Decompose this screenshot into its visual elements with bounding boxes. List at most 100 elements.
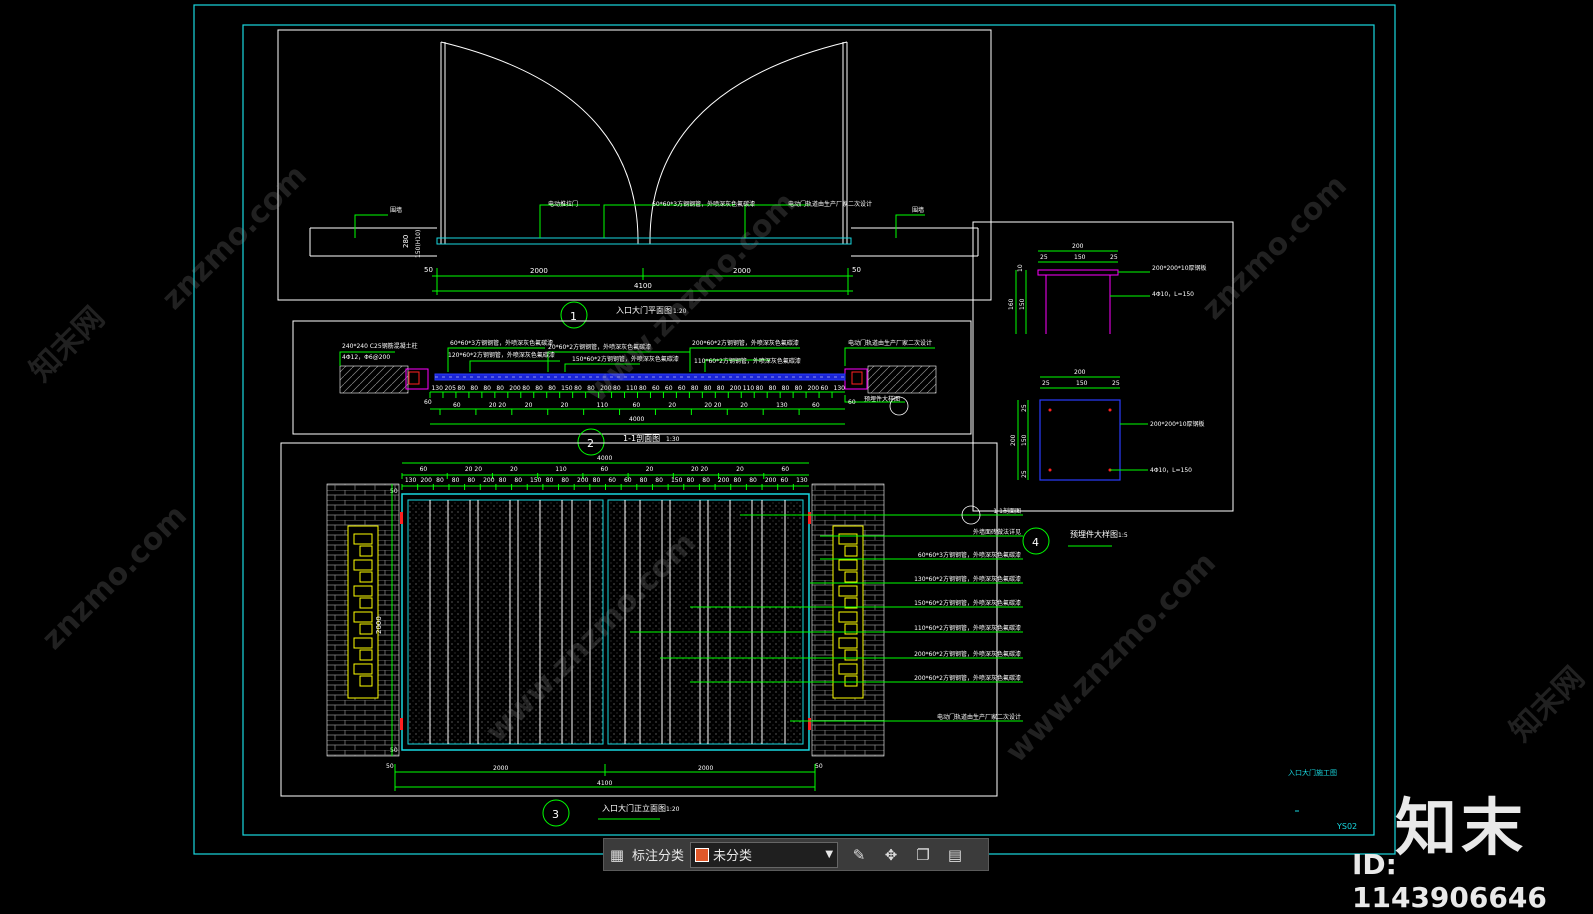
dim-label: 60 [821, 385, 829, 392]
v3-scale: 1:20 [666, 806, 680, 813]
dim-label: 60 [781, 466, 789, 473]
v4-plan-top-total: 200 [1074, 369, 1086, 376]
dim-label: 60 [601, 466, 609, 473]
edit-icon[interactable]: ✎ [846, 842, 872, 868]
v4-dim-top-25b: 25 [1110, 254, 1118, 261]
dim-label: 60 [624, 477, 632, 484]
v2-label-track: 电动门轨道由生产厂家二次设计 [848, 339, 932, 347]
v2-title: 1-1剖面图 [623, 433, 660, 443]
dim-label: 20 [525, 402, 533, 409]
v3-dim-side-50-ml: 50 [390, 747, 398, 754]
view1-plan[interactable]: 围墙 电动推拉门 60*60*3方钢钢管，外喷深灰色氟碳漆 电动门轨道由生产厂家… [277, 29, 992, 329]
dim-label: 80 [467, 477, 475, 484]
v4-dim-top-total: 200 [1072, 243, 1084, 250]
dim-label: 80 [640, 477, 648, 484]
dim-label: 80 [795, 385, 803, 392]
v2-dim-total: 4000 [629, 416, 644, 423]
dim-label: 80 [717, 385, 725, 392]
dim-label: 150 [561, 385, 573, 392]
chevron-down-icon[interactable]: ▼ [825, 849, 833, 860]
v3-dim-side-50-tl: 50 [390, 488, 398, 495]
v3-dim-height: 2000 [375, 616, 383, 634]
dim-label: 60 [652, 385, 660, 392]
v1-label-door: 电动推拉门 [548, 200, 578, 208]
v1-dim-50-left: 50 [424, 266, 433, 274]
v1-dim-150: 150(H10) [415, 230, 422, 258]
dim-label: 80 [548, 385, 556, 392]
dim-label: 80 [514, 477, 522, 484]
dim-label: 80 [734, 477, 742, 484]
dim-label: 80 [587, 385, 595, 392]
dim-label: 200 [718, 477, 730, 484]
dim-label: 200 [420, 477, 432, 484]
dim-label: 20 20 [704, 402, 721, 409]
brand-id: ID: 1143906646 [1352, 848, 1547, 914]
v1-label-wall-left: 围墙 [390, 206, 402, 214]
dim-label: 80 [691, 385, 699, 392]
v2-label-rebar: 4Φ12，Φ6@200 [342, 354, 390, 361]
dim-label: 80 [535, 385, 543, 392]
dim-label: 20 [668, 402, 676, 409]
cad-drawing-canvas[interactable]: 围墙 电动推拉门 60*60*3方钢钢管，外喷深灰色氟碳漆 电动门轨道由生产厂家… [0, 0, 1593, 909]
dim-label: 80 [593, 477, 601, 484]
v2-scale: 1:30 [666, 436, 680, 443]
dim-label: 110 [597, 402, 609, 409]
category-color-swatch [695, 847, 710, 862]
v4-plan-side-200: 200 [1010, 434, 1017, 446]
v3-dim-total-bottom: 4100 [597, 780, 612, 787]
dim-label: 80 [574, 385, 582, 392]
view1-frame [277, 29, 992, 301]
dim-label: 200 [509, 385, 521, 392]
dim-label: 150 [671, 477, 683, 484]
dim-label: 60 [420, 466, 428, 473]
dim-label: 110 [626, 385, 638, 392]
view3-elevation[interactable]: 4000 60 20 20 20 110 60 20 20 20 20 60 130 200 80 8… [280, 442, 1023, 827]
dim-label: 80 [483, 385, 491, 392]
callout-label: 外墙面砖做法详见 [973, 528, 1021, 536]
v2-label-200tube: 200*60*2方钢钢管，外喷深灰色氟碳漆 [692, 339, 799, 347]
v4-label-anchor: 4Φ10，L=150 [1152, 291, 1194, 298]
dim-label: 80 [546, 477, 554, 484]
v4-label-plate: 200*200*10厚钢板 [1152, 264, 1207, 272]
dim-label: 80 [756, 385, 764, 392]
dim-label: 80 [655, 477, 663, 484]
v4-plan-top-150: 150 [1076, 380, 1088, 387]
callout-label: 150*60*2方钢钢管，外喷深灰色氟碳漆 [914, 599, 1021, 607]
v2-label-embed: 预埋件大样图 [864, 395, 900, 403]
v2-label-60tube: 60*60*3方钢钢管，外喷深灰色氟碳漆 [450, 339, 553, 347]
v2-label-150tube: 150*60*2方钢钢管，外喷深灰色氟碳漆 [572, 355, 679, 363]
dim-label: 150 [530, 477, 542, 484]
move-icon[interactable]: ✥ [878, 842, 904, 868]
dim-label: 80 [782, 385, 790, 392]
v2-dim-side-left: 60 [424, 399, 432, 406]
sheet-number: YS02 [1336, 822, 1357, 831]
dim-label: 130 [834, 385, 846, 392]
dim-label: 200 [483, 477, 495, 484]
layout-grid-icon[interactable]: ▦ [604, 842, 630, 868]
paste-icon[interactable]: ▤ [942, 842, 968, 868]
v4-plan-side-25a: 25 [1021, 404, 1028, 412]
dim-label: 80 [561, 477, 569, 484]
copy-icon[interactable]: ❐ [910, 842, 936, 868]
dim-label: 130 [405, 477, 417, 484]
dim-label: 110 [743, 385, 755, 392]
dim-label: 60 [678, 385, 686, 392]
dim-label: 205 [444, 385, 456, 392]
dim-label: 60 [453, 402, 461, 409]
category-select[interactable]: 未分类 ▼ [690, 841, 839, 868]
view4-embed-detail[interactable]: 200 25 150 25 10 150 160 200*200*10厚钢板 4… [972, 221, 1234, 555]
dim-label: 60 [665, 385, 673, 392]
v3-dim-side-50-br: 50 [815, 763, 823, 770]
callout-label: 110*60*2方钢钢管，外喷深灰色氟碳漆 [914, 624, 1021, 632]
dim-label: 20 [561, 402, 569, 409]
v4-plan-top-25a: 25 [1042, 380, 1050, 387]
view2-section[interactable]: 240*240 C25钢筋混凝土柱 4Φ12，Φ6@200 60*60*3方钢钢… [292, 320, 972, 456]
v3-dim-total-top: 4000 [597, 455, 612, 462]
dim-label: 60 [633, 402, 641, 409]
dim-label: 20 20 [691, 466, 708, 473]
dim-label: 80 [452, 477, 460, 484]
v1-dim-2000-right: 2000 [733, 267, 751, 275]
dim-label: 130 [431, 385, 443, 392]
v4-plan-top-25b: 25 [1112, 380, 1120, 387]
dim-label: 20 [646, 466, 654, 473]
